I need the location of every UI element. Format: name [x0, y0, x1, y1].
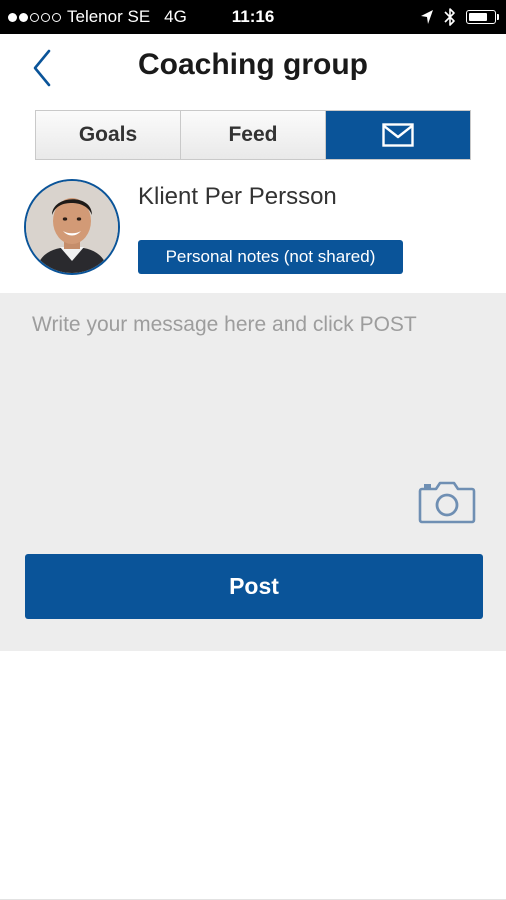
camera-icon [418, 481, 476, 524]
signal-dot [30, 12, 39, 22]
personal-notes-badge: Personal notes (not shared) [138, 240, 403, 274]
location-arrow-icon [421, 10, 433, 24]
carrier-name: Telenor SE [67, 7, 151, 26]
tab-feed[interactable]: Feed [180, 111, 325, 159]
page-title: Coaching group [138, 48, 368, 81]
signal-dot [52, 12, 61, 22]
status-bar-left: Telenor SE 4G [0, 7, 187, 27]
status-bar: Telenor SE 4G 11:16 [0, 0, 506, 34]
tab-goals[interactable]: Goals [36, 111, 180, 159]
envelope-icon [382, 123, 414, 147]
tab-goals-label: Goals [78, 123, 138, 146]
post-button[interactable]: Post [25, 554, 483, 619]
signal-dot [19, 12, 28, 22]
network-type: 4G [164, 7, 187, 26]
tab-messages[interactable] [325, 111, 470, 159]
avatar [24, 179, 120, 275]
signal-dot [41, 12, 50, 22]
status-time: 11:16 [231, 7, 275, 26]
client-name: Klient Per Persson [138, 183, 337, 210]
battery-icon [466, 10, 499, 24]
compose-area: Post [0, 293, 506, 651]
navigation-bar: Coaching group [0, 34, 506, 104]
camera-button[interactable] [418, 479, 476, 525]
bluetooth-icon [444, 8, 455, 26]
segmented-tabs: Goals Feed [35, 110, 471, 160]
avatar-photo [26, 181, 118, 273]
signal-strength-icon [8, 12, 61, 22]
battery-fill [469, 13, 487, 21]
signal-dot [8, 12, 17, 22]
tab-feed-label: Feed [228, 123, 278, 146]
status-bar-right [420, 0, 499, 34]
